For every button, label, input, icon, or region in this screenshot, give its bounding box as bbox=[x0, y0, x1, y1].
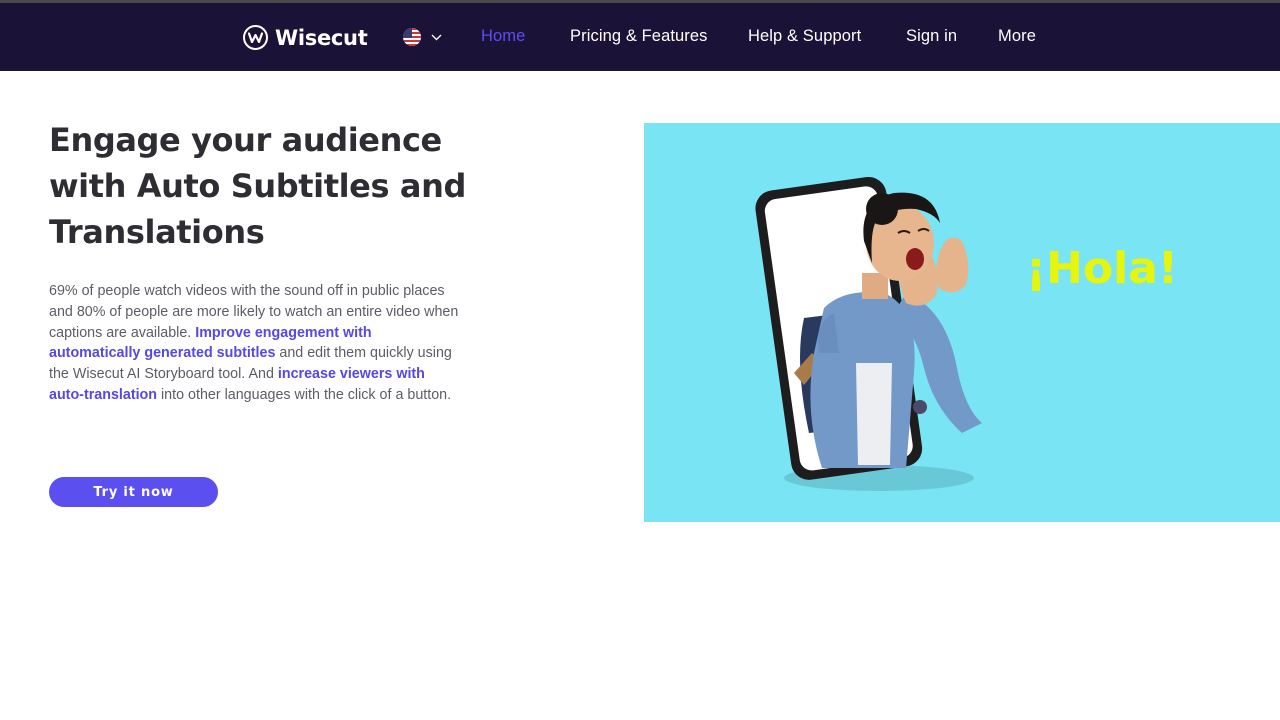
brand-name: Wisecut bbox=[275, 25, 368, 50]
nav-link-help-support[interactable]: Help & Support bbox=[748, 27, 861, 46]
top-navigation: Wisecut Home Pricing & Features Help & S… bbox=[0, 3, 1280, 71]
brand-logo[interactable]: Wisecut bbox=[243, 23, 368, 52]
nav-link-more[interactable]: More bbox=[998, 27, 1036, 46]
hero-desc-text: into other languages with the click of a… bbox=[157, 386, 452, 403]
hola-text: ¡Hola! bbox=[1026, 243, 1178, 294]
phone-girl-illustration: ¡Hola! bbox=[755, 176, 1178, 491]
hero-title: Engage your audience with Auto Subtitles… bbox=[49, 121, 466, 251]
language-selector[interactable] bbox=[403, 28, 442, 46]
try-it-now-button[interactable]: Try it now bbox=[49, 477, 218, 507]
us-flag-icon bbox=[403, 28, 421, 46]
nav-link-pricing-features[interactable]: Pricing & Features bbox=[570, 27, 708, 46]
wisecut-logo-icon bbox=[243, 25, 268, 50]
hero-description: 69% of people watch videos with the soun… bbox=[49, 281, 459, 406]
nav-link-home[interactable]: Home bbox=[481, 27, 525, 46]
nav-link-sign-in[interactable]: Sign in bbox=[906, 27, 957, 46]
hero-illustration: ¡Hola! bbox=[644, 123, 1280, 522]
chevron-down-icon bbox=[431, 34, 442, 40]
